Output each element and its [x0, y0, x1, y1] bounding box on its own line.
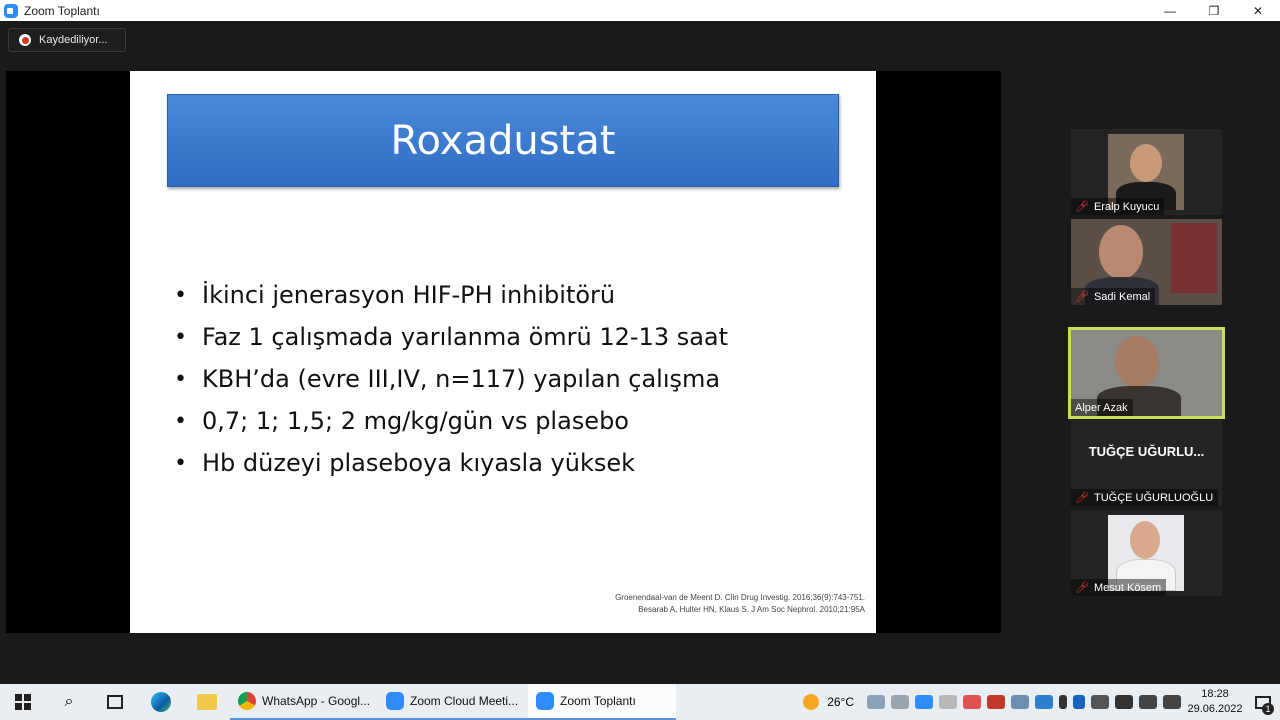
- weather-icon[interactable]: [803, 694, 820, 710]
- record-icon: [19, 34, 31, 46]
- task-view-icon: [107, 695, 123, 709]
- bullet-icon: •: [174, 408, 187, 434]
- task-view-button[interactable]: [92, 684, 138, 720]
- zoom-icon: [386, 692, 404, 710]
- taskbar-app-zoom-cloud[interactable]: Zoom Cloud Meeti...: [378, 684, 528, 720]
- recording-label: Kaydediliyor...: [39, 34, 108, 46]
- taskbar-app-whatsapp-chrome[interactable]: WhatsApp - Googl...: [230, 684, 378, 720]
- weather-temperature[interactable]: 26°C: [827, 695, 854, 709]
- slide-bullet: • KBH’da (evre III,IV, n=117) yapılan çal…: [174, 365, 721, 393]
- mic-muted-icon: 🎤︎: [1075, 291, 1089, 303]
- bullet-icon: •: [174, 324, 187, 350]
- participant-name: Alper Azak: [1071, 399, 1133, 416]
- restore-button[interactable]: ❐: [1192, 0, 1236, 21]
- slide-title-banner: Roxadustat: [167, 94, 839, 187]
- participant-name: 🎤︎ TUĞÇE UĞURLUOĞLU: [1071, 489, 1219, 506]
- onedrive-icon[interactable]: [891, 695, 909, 709]
- tray-app-icon[interactable]: [1035, 695, 1053, 709]
- volume-icon[interactable]: [1163, 695, 1181, 709]
- security-icon[interactable]: [1091, 695, 1109, 709]
- tray-app-icon[interactable]: [867, 695, 885, 709]
- taskbar-app-zoom-meeting[interactable]: Zoom Toplantı: [528, 684, 676, 720]
- presentation-slide: Roxadustat • İkinci jenerasyon HIF-PH inh…: [130, 71, 876, 633]
- close-button[interactable]: ✕: [1236, 0, 1280, 21]
- minimize-button[interactable]: —: [1148, 0, 1192, 21]
- meeting-area: Kaydediliyor... Roxadustat • İkinci jener…: [0, 21, 1280, 684]
- participant-name: 🎤︎ Eralp Kuyucu: [1071, 198, 1165, 215]
- start-button[interactable]: [0, 684, 46, 720]
- zoom-icon: [4, 3, 18, 18]
- file-explorer-button[interactable]: [184, 684, 230, 720]
- zoom-icon: [536, 692, 554, 710]
- chrome-icon: [238, 692, 256, 710]
- edge-icon: [151, 692, 171, 712]
- notification-badge: 1: [1262, 703, 1274, 715]
- mic-muted-icon: 🎤︎: [1075, 582, 1089, 594]
- slide-bullet: • İkinci jenerasyon HIF-PH inhibitörü: [174, 281, 616, 309]
- window-title: Zoom Toplantı: [24, 3, 100, 18]
- windows-taskbar: ⌕ WhatsApp - Googl... Zoom Cloud Meeti..…: [0, 684, 1280, 720]
- folder-icon: [197, 694, 217, 710]
- tray-app-icon[interactable]: [963, 695, 981, 709]
- participant-tile[interactable]: 🎤︎ Mesut Kösem: [1071, 510, 1222, 596]
- slide-references: Groenendaal-van de Meent D. Clin Drug In…: [615, 592, 865, 616]
- system-tray: 26°C 18:28 29.06.2022 1: [803, 684, 1280, 720]
- search-button[interactable]: ⌕: [46, 684, 92, 720]
- clock-time: 18:28: [1201, 688, 1229, 700]
- bullet-icon: •: [174, 282, 187, 308]
- participant-tile[interactable]: 🎤︎ Eralp Kuyucu: [1071, 129, 1222, 215]
- reference-line: Besarab A, Hulter HN, Klaus S. J Am Soc …: [638, 605, 865, 614]
- tray-app-icon[interactable]: [939, 695, 957, 709]
- windows-icon: [15, 694, 31, 710]
- participant-name: 🎤︎ Sadi Kemal: [1071, 288, 1156, 305]
- slide-bullet-list: • İkinci jenerasyon HIF-PH inhibitörü • Fa…: [174, 274, 728, 484]
- network-icon[interactable]: [1115, 695, 1133, 709]
- slide-title: Roxadustat: [390, 117, 616, 164]
- bullet-icon: •: [174, 450, 187, 476]
- edge-button[interactable]: [138, 684, 184, 720]
- microphone-icon[interactable]: [1059, 695, 1067, 709]
- notification-button[interactable]: 1: [1246, 684, 1280, 720]
- bluetooth-icon[interactable]: [1073, 695, 1085, 709]
- slide-bullet: • 0,7; 1; 1,5; 2 mg/kg/gün vs plasebo: [174, 407, 629, 435]
- slide-bullet: • Hb düzeyi plaseboya kıyasla yüksek: [174, 449, 636, 477]
- search-icon: ⌕: [64, 693, 74, 710]
- taskbar-clock[interactable]: 18:28 29.06.2022: [1184, 687, 1246, 717]
- mic-muted-icon: 🎤︎: [1075, 201, 1089, 213]
- mic-muted-icon: 🎤︎: [1075, 492, 1089, 504]
- participant-tile[interactable]: TUĞÇE UĞURLU... 🎤︎ TUĞÇE UĞURLUOĞLU: [1071, 420, 1222, 506]
- participant-tile[interactable]: 🎤︎ Sadi Kemal: [1071, 219, 1222, 305]
- wifi-icon[interactable]: [1139, 695, 1157, 709]
- participant-name: 🎤︎ Mesut Kösem: [1071, 579, 1167, 596]
- bullet-icon: •: [174, 366, 187, 392]
- tray-app-icon[interactable]: [1011, 695, 1029, 709]
- reference-line: Groenendaal-van de Meent D. Clin Drug In…: [615, 593, 865, 602]
- clock-date: 29.06.2022: [1187, 703, 1243, 715]
- participant-display-name: TUĞÇE UĞURLU...: [1088, 444, 1205, 459]
- participant-tile-active-speaker[interactable]: Alper Azak: [1068, 327, 1225, 419]
- screen-share: Roxadustat • İkinci jenerasyon HIF-PH inh…: [6, 71, 1001, 633]
- tray-app-icon[interactable]: [987, 695, 1005, 709]
- window-titlebar: Zoom Toplantı — ❐ ✕: [0, 0, 1280, 21]
- slide-bullet: • Faz 1 çalışmada yarılanma ömrü 12-13 sa…: [174, 323, 729, 351]
- zoom-tray-icon[interactable]: [915, 695, 933, 709]
- recording-indicator[interactable]: Kaydediliyor...: [8, 28, 126, 52]
